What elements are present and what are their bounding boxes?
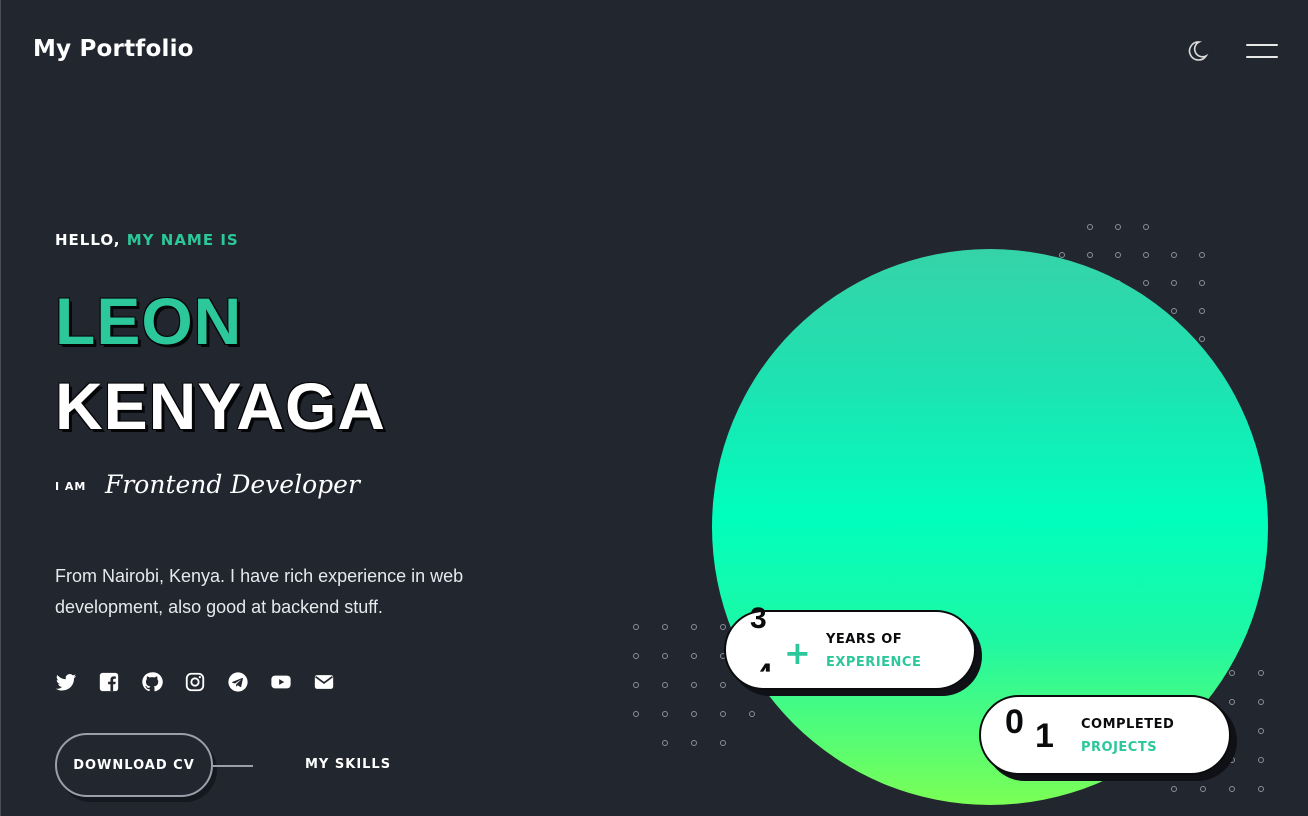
twitter-icon[interactable] [55,671,77,693]
projects-label-line1: COMPLETED [1081,717,1175,732]
my-skills-link[interactable]: MY SKILLS [305,757,391,772]
years-label-line1: YEARS OF [826,632,903,647]
decor-dot [662,711,668,717]
decor-dot [749,711,755,717]
decor-dot [1143,224,1149,230]
decor-dot [1258,670,1264,676]
cv-connector-line [213,765,253,767]
instagram-icon[interactable] [184,671,206,693]
decor-dot [1199,252,1205,258]
years-number-bottom: 4 [756,658,773,691]
greeting-accent: MY NAME IS [126,231,239,249]
decor-dot [1171,308,1177,314]
moon-icon[interactable] [1185,39,1209,63]
decor-dot [1258,728,1264,734]
decor-dot [1229,786,1235,792]
decor-dot [1171,786,1177,792]
role-prefix: I AM [55,480,87,493]
decor-dot [1258,699,1264,705]
decor-dot [720,711,726,717]
social-links [55,671,335,693]
brand-logo[interactable]: My Portfolio [33,36,194,62]
decor-dot [662,653,668,659]
decor-dot [691,682,697,688]
decor-dot [720,682,726,688]
role-title: Frontend Developer [105,470,360,499]
decor-dot [1258,786,1264,792]
decor-dot [1199,336,1205,342]
years-experience-card: 3 4 + YEARS OF EXPERIENCE [724,602,976,691]
decor-dot [691,653,697,659]
decor-dot [1229,757,1235,763]
decor-dot [1171,280,1177,286]
projects-number-right: 1 [1035,717,1054,755]
decor-dot [633,711,639,717]
decor-dot [691,740,697,746]
years-label-line2: EXPERIENCE [826,655,922,670]
decor-dot [1115,224,1121,230]
decor-dot [1229,699,1235,705]
decor-dot [691,711,697,717]
decor-dot [633,624,639,630]
decor-dot [691,624,697,630]
menu-bar-top [1246,44,1278,46]
decor-dot [1143,252,1149,258]
hamburger-menu-icon[interactable] [1246,41,1278,61]
decor-dot [1199,280,1205,286]
decor-dot [633,682,639,688]
menu-bar-bottom [1246,56,1278,58]
decor-dot [1143,280,1149,286]
first-name: LEON [55,284,243,358]
greeting: HELLO, MY NAME IS [55,231,239,249]
last-name: KENYAGA [55,369,386,443]
projects-label-line2: PROJECTS [1081,740,1158,755]
decor-dot [1115,252,1121,258]
bio-text: From Nairobi, Kenya. I have rich experie… [55,566,464,617]
decor-dot [1258,757,1264,763]
github-icon[interactable] [141,671,163,693]
facebook-icon[interactable] [98,671,120,693]
decor-dot [633,653,639,659]
projects-number-left: 0 [1005,703,1024,741]
decor-dot [720,624,726,630]
greeting-prefix: HELLO, [55,231,121,249]
download-cv-button[interactable]: DOWNLOAD CV [55,733,213,797]
decor-dot [662,740,668,746]
decor-dot [720,740,726,746]
decor-dot [1087,224,1093,230]
email-icon[interactable] [313,671,335,693]
decor-dot [662,682,668,688]
decor-dot [1229,670,1235,676]
decor-dot [1171,252,1177,258]
years-number-top: 3 [750,602,767,635]
portfolio-page: My Portfolio HELLO, MY NAME IS LEON KENY… [0,0,1308,816]
telegram-icon[interactable] [227,671,249,693]
completed-projects-card: 0 1 COMPLETED PROJECTS [979,695,1231,775]
youtube-icon[interactable] [270,671,292,693]
decor-dot [662,624,668,630]
decor-dot [1199,308,1205,314]
plus-icon: + [784,634,811,672]
decor-dot [1087,252,1093,258]
decor-dot [1200,786,1206,792]
